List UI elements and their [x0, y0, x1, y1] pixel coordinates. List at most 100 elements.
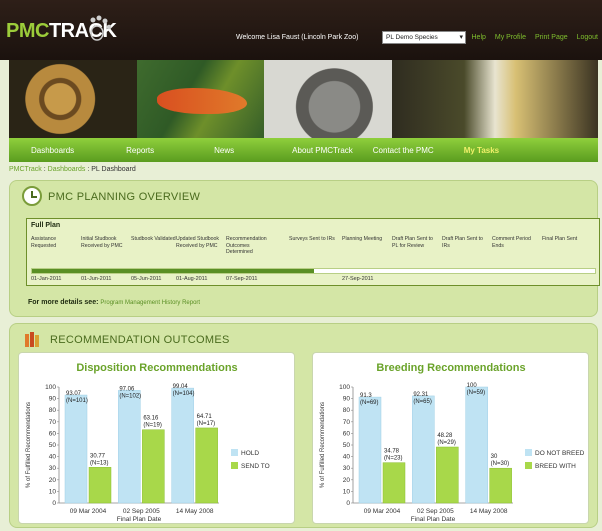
chart-title: Disposition Recommendations: [76, 362, 237, 374]
nav-dashboards[interactable]: Dashboards: [31, 146, 74, 155]
y-tick-label: 0: [52, 500, 56, 507]
plan-step-label: Comment Period Ends: [492, 236, 531, 249]
data-label: 93.07: [66, 391, 82, 397]
y-tick-label: 10: [49, 488, 57, 495]
data-label: (N=59): [467, 390, 486, 396]
bar: [436, 446, 459, 504]
plan-step-date: 01-Aug-2011: [176, 276, 208, 282]
plan-step-date: 27-Sep-2011: [342, 276, 374, 282]
data-label: 30: [491, 454, 498, 460]
data-label: 92.31: [413, 392, 429, 398]
data-label: (N=30): [491, 461, 510, 467]
books-icon: [25, 332, 39, 347]
y-tick-label: 30: [49, 465, 57, 472]
y-tick-label: 40: [343, 454, 351, 461]
nav-news[interactable]: News: [214, 146, 234, 155]
data-label: 30.77: [90, 453, 106, 459]
welcome-text: Welcome Lisa Faust (Lincoln Park Zoo): [236, 34, 359, 41]
chart-title: Breeding Recommendations: [376, 362, 525, 374]
breadcrumb: PMCTrack : Dashboards : PL Dashboard: [9, 166, 136, 173]
y-tick-label: 20: [343, 477, 351, 484]
plan-step-label: Recommendation Outcomes Determined: [226, 236, 267, 255]
y-tick-label: 90: [49, 396, 57, 403]
data-label: 97.06: [119, 386, 135, 392]
breadcrumb-pmctrack[interactable]: PMCTrack: [9, 166, 42, 173]
nav-about[interactable]: About PMCTrack: [292, 146, 353, 155]
history-report-link[interactable]: Program Management History Report: [100, 300, 200, 306]
bar: [382, 462, 406, 504]
nav-my-tasks[interactable]: My Tasks: [464, 146, 499, 155]
details-line: For more details see: Program Management…: [28, 299, 200, 306]
data-label: 34.78: [384, 449, 400, 455]
y-tick-label: 80: [343, 407, 351, 414]
plan-step-label: Draft Plan Sent to IRs: [442, 236, 483, 249]
legend-swatch: [525, 449, 532, 456]
plan-step-date: 05-Jun-2011: [131, 276, 162, 282]
planning-overview-panel: PMC PLANNING OVERVIEW Full Plan Assistan…: [9, 180, 600, 317]
bar: [64, 394, 88, 504]
nav-contact[interactable]: Contact the PMC: [373, 146, 434, 155]
y-tick-label: 50: [343, 442, 351, 449]
legend-label: DO NOT BREED: [535, 450, 585, 457]
recommendation-outcomes-title: RECOMMENDATION OUTCOMES: [50, 334, 230, 346]
species-select[interactable]: PL Demo Species ▾: [382, 31, 466, 44]
y-tick-label: 100: [339, 384, 350, 391]
help-link[interactable]: Help: [472, 34, 486, 41]
y-tick-label: 50: [49, 442, 57, 449]
y-tick-label: 60: [343, 430, 351, 437]
data-label: (N=13): [90, 460, 109, 466]
x-tick-label: 14 May 2008: [176, 508, 214, 515]
data-label: (N=69): [360, 400, 379, 406]
logout-link[interactable]: Logout: [577, 34, 598, 41]
y-axis-label: % of Fulfilled Recommendations: [26, 402, 32, 488]
data-label: (N=65): [413, 399, 432, 405]
legend-label: SEND TO: [241, 463, 270, 470]
bar: [88, 467, 112, 504]
y-tick-label: 0: [346, 500, 350, 507]
plan-step-label: Final Plan Sent: [542, 236, 578, 242]
bar: [195, 427, 218, 504]
data-label: (N=102): [119, 393, 141, 399]
plan-step-label: Planning Meeting: [342, 236, 383, 242]
plan-step-label: Studbook Validated: [131, 236, 176, 242]
legend-label: HOLD: [241, 450, 259, 457]
y-tick-label: 70: [49, 419, 57, 426]
print-page-link[interactable]: Print Page: [535, 34, 568, 41]
my-profile-link[interactable]: My Profile: [495, 34, 526, 41]
x-axis-label: Final Plan Date: [117, 516, 162, 523]
full-plan-timeline: Full Plan Assistance Requested 01-Jan-201…: [26, 218, 600, 286]
legend-swatch: [231, 449, 238, 456]
y-tick-label: 100: [45, 384, 56, 391]
breeding-chart: Breeding Recommendations 0 10 20 30 40 50 60 70 8…: [320, 362, 585, 523]
app-frame: PMCTRACK Welcome Lisa Faust (Lincoln Par…: [0, 0, 602, 531]
x-tick-label: 02 Sep 2005: [123, 508, 160, 515]
banner-rhino-image: [264, 60, 392, 138]
disposition-chart: Disposition Recommendations 0 10 20 30 40 50 60…: [26, 362, 270, 523]
plan-step-label: Draft Plan Sent to PL for Review: [392, 236, 433, 249]
breadcrumb-dashboards[interactable]: Dashboards: [48, 166, 86, 173]
recommendation-outcomes-panel: RECOMMENDATION OUTCOMES Disposition Reco…: [9, 323, 598, 528]
y-tick-label: 60: [49, 430, 57, 437]
data-label: 91.3: [360, 393, 372, 399]
breadcrumb-current: PL Dashboard: [91, 166, 136, 173]
y-tick-label: 30: [343, 465, 351, 472]
plan-step-date: 01-Jun-2011: [81, 276, 112, 282]
plan-step-label: Updated Studbook Received by PMC: [176, 236, 219, 249]
data-label: (N=29): [437, 440, 456, 446]
y-tick-label: 20: [49, 477, 57, 484]
data-label: (N=19): [143, 423, 162, 429]
full-plan-label: Full Plan: [31, 222, 61, 229]
header-links: Help My Profile Print Page Logout: [465, 34, 599, 41]
nav-reports[interactable]: Reports: [126, 146, 154, 155]
legend-label: BREED WITH: [535, 463, 576, 470]
x-tick-label: 09 Mar 2004: [364, 508, 401, 515]
y-tick-label: 10: [343, 488, 351, 495]
y-tick-label: 90: [343, 396, 351, 403]
banner-gecko-image: [137, 60, 264, 138]
legend-swatch: [231, 462, 238, 469]
plan-step-date: 01-Jan-2011: [31, 276, 62, 282]
banner-bird-image: [392, 60, 598, 138]
species-select-value: PL Demo Species: [386, 34, 438, 41]
disposition-chart-panel: Disposition Recommendations 0 10 20 30 40 50 60…: [18, 352, 295, 524]
y-axis-label: % of Fulfilled Recommendations: [320, 402, 326, 488]
